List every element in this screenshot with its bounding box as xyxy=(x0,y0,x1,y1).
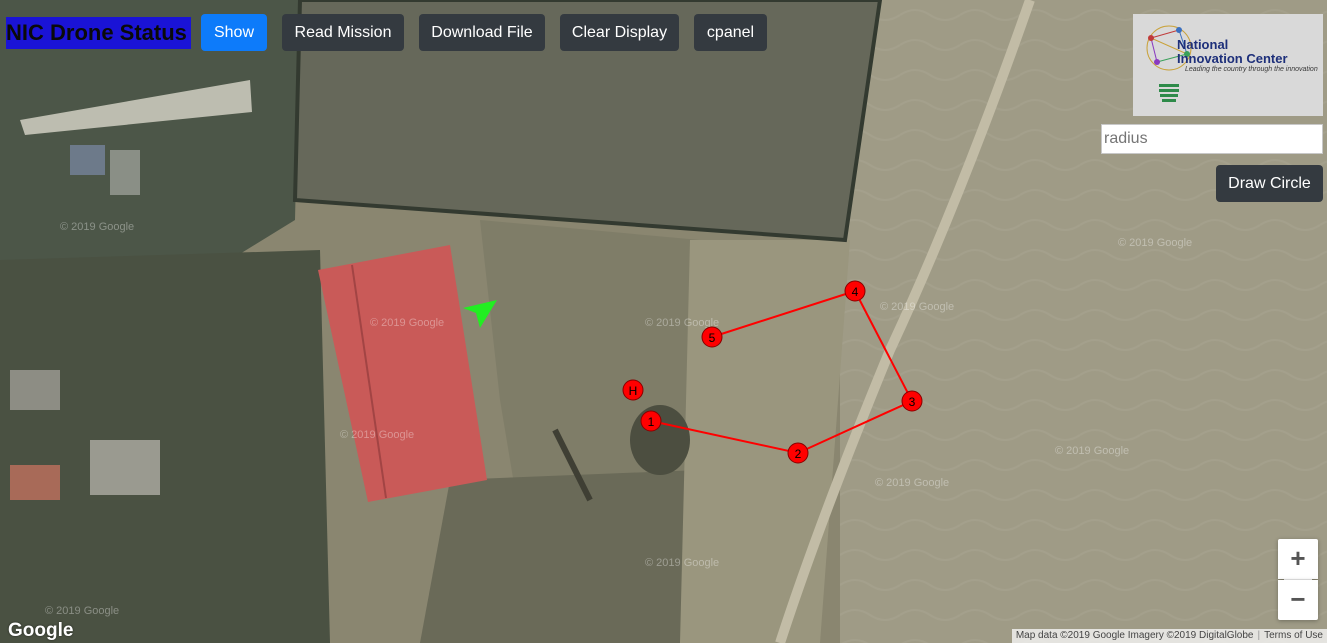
logo-line2: Innovation Center xyxy=(1177,51,1288,66)
mission-route xyxy=(650,289,914,455)
waypoint-1[interactable]: 1 xyxy=(640,410,662,432)
app-title: NIC Drone Status xyxy=(6,17,191,49)
logo-tagline: Leading the country through the innovati… xyxy=(1185,66,1318,73)
logo-line1: National xyxy=(1177,37,1229,52)
waypoint-2[interactable]: 2 xyxy=(787,442,809,464)
nic-logo: National Innovation Center Leading the c… xyxy=(1133,14,1323,116)
map-attribution: Map data ©2019 Google Imagery ©2019 Digi… xyxy=(1011,629,1327,643)
zoom-out-button[interactable]: − xyxy=(1278,580,1318,620)
top-toolbar: NIC Drone Status Show Read Mission Downl… xyxy=(0,0,1327,60)
waypoint-home[interactable]: H xyxy=(622,379,644,401)
waypoint-label: 5 xyxy=(709,331,716,345)
waypoint-label: H xyxy=(629,384,638,398)
radius-input[interactable] xyxy=(1101,124,1323,154)
draw-circle-button[interactable]: Draw Circle xyxy=(1216,165,1323,202)
read-mission-button[interactable]: Read Mission xyxy=(282,14,404,51)
waypoint-4[interactable]: 4 xyxy=(844,280,866,302)
waypoint-3[interactable]: 3 xyxy=(901,390,923,412)
show-button[interactable]: Show xyxy=(201,14,267,51)
mission-overlay: H 1 2 3 4 5 xyxy=(463,280,923,464)
waypoint-5[interactable]: 5 xyxy=(701,326,723,348)
drone-marker-icon[interactable] xyxy=(463,300,497,328)
satellite-map[interactable]: © 2019 Google © 2019 Google © 2019 Googl… xyxy=(0,0,1327,643)
waypoint-label: 4 xyxy=(852,285,859,299)
cpanel-button[interactable]: cpanel xyxy=(694,14,767,51)
download-file-button[interactable]: Download File xyxy=(419,14,545,51)
google-logo: Google xyxy=(8,620,74,641)
waypoint-label: 3 xyxy=(909,395,916,409)
clear-display-button[interactable]: Clear Display xyxy=(560,14,679,51)
waypoint-label: 2 xyxy=(795,447,802,461)
waypoint-label: 1 xyxy=(648,415,655,429)
attribution-text: Map data ©2019 Google Imagery ©2019 Digi… xyxy=(1015,630,1254,641)
zoom-in-button[interactable]: + xyxy=(1278,539,1318,579)
terms-of-use-link[interactable]: Terms of Use xyxy=(1264,630,1323,641)
